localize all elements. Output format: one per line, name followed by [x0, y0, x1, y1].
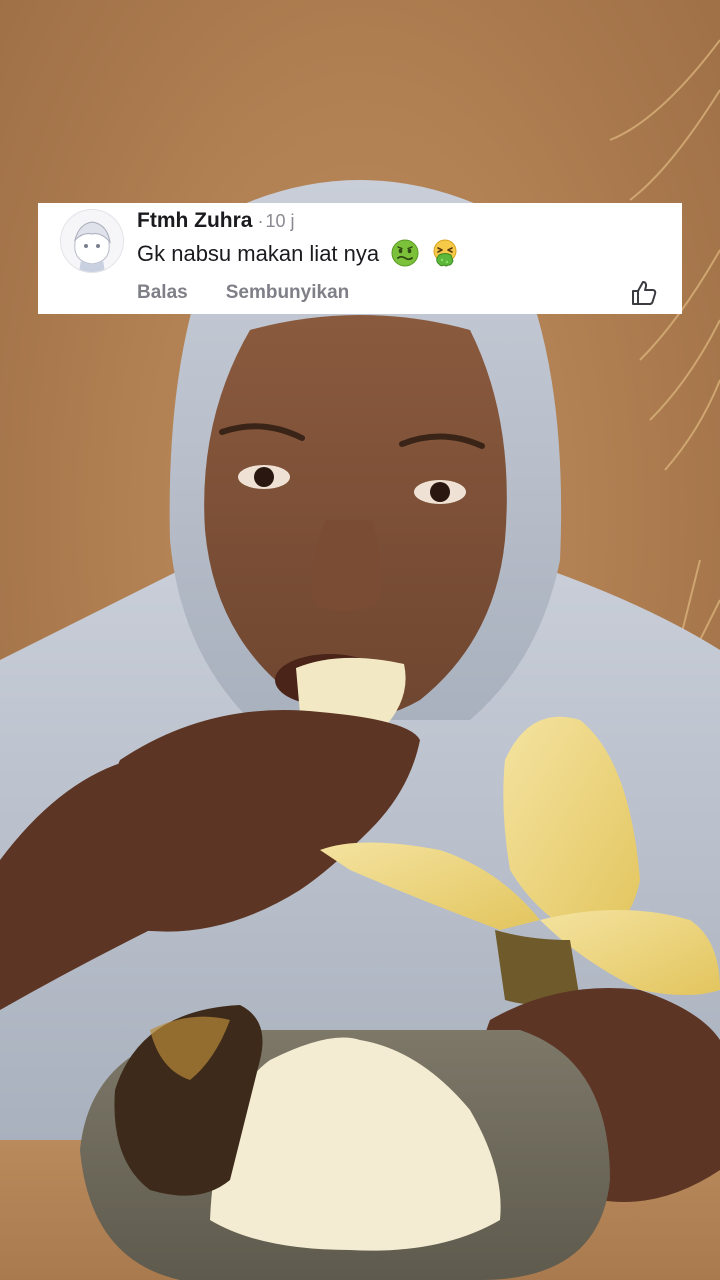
thumbs-up-icon[interactable] [630, 279, 658, 307]
comment-card: Ftmh Zuhra · 10 j Gk nabsu makan liat nya [38, 203, 682, 314]
reply-button[interactable]: Balas [137, 282, 188, 303]
hide-button[interactable]: Sembunyikan [226, 282, 350, 303]
comment-author[interactable]: Ftmh Zuhra [137, 209, 253, 232]
comment-header: Ftmh Zuhra · 10 j [137, 209, 295, 233]
video-frame [0, 0, 720, 1280]
nauseated-face-emoji-icon [391, 239, 419, 267]
commenter-avatar[interactable] [60, 209, 124, 273]
anime-avatar-icon [61, 210, 123, 272]
comment-timestamp: 10 j [265, 211, 295, 231]
video-player[interactable]: Ftmh Zuhra · 10 j Gk nabsu makan liat nya [0, 0, 720, 1280]
vomiting-face-emoji-icon [431, 239, 459, 267]
comment-body: Gk nabsu makan liat nya [137, 239, 459, 269]
comment-text: Gk nabsu makan liat nya [137, 241, 380, 266]
comment-actions: Balas Sembunyikan [137, 281, 349, 305]
meta-separator: · [257, 211, 264, 231]
